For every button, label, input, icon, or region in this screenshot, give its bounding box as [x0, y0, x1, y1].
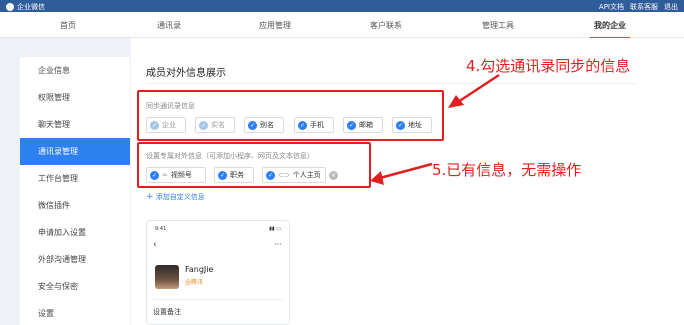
sidebar-item-security[interactable]: 安全与保密 — [20, 273, 130, 300]
highlight-box-custom — [137, 142, 371, 188]
sidebar-item-join-settings[interactable]: 申请加入设置 — [20, 219, 130, 246]
annotation-step4: 4.勾选通讯录同步的信息 — [466, 57, 631, 75]
more-icon: ··· — [274, 240, 282, 249]
plus-icon: + — [146, 192, 154, 202]
tab-customers[interactable]: 客户联系 — [370, 20, 402, 31]
phone-preview: 9:41 ▮▮ ▭ ‹ ··· FangJie @腾讯 设置备注 — [146, 220, 290, 325]
highlight-box-sync — [137, 90, 444, 141]
logout-link[interactable]: 退出 — [664, 2, 678, 12]
divider — [146, 83, 636, 84]
set-note-label: 设置备注 — [153, 308, 181, 316]
divider — [153, 299, 283, 300]
sidebar-item-company-info[interactable]: 企业信息 — [20, 57, 130, 84]
tab-apps[interactable]: 应用管理 — [259, 20, 291, 31]
logo-text: 企业微信 — [17, 3, 45, 11]
profile-name: FangJie — [185, 265, 214, 274]
arrow-icon — [448, 73, 500, 108]
profile-corp: @腾讯 — [185, 279, 204, 286]
arrow-icon — [370, 162, 433, 185]
tab-contacts[interactable]: 通讯录 — [157, 20, 181, 31]
tab-tools[interactable]: 管理工具 — [482, 20, 514, 31]
annotation-step5: 5.已有信息，无需操作 — [432, 161, 582, 179]
sidebar-item-contacts[interactable]: 通讯录管理 — [20, 138, 130, 165]
sidebar-item-wechat-plugin[interactable]: 微信插件 — [20, 192, 130, 219]
sidebar-item-chat[interactable]: 聊天管理 — [20, 111, 130, 138]
sidebar-item-permissions[interactable]: 权限管理 — [20, 84, 130, 111]
app-logo[interactable]: 企业微信 — [6, 2, 45, 12]
sidebar-item-settings[interactable]: 设置 — [20, 300, 130, 325]
top-bar: 企业微信 API文档 联系客服 退出 — [0, 0, 684, 12]
signal-icon: ▮▮ ▭ — [269, 226, 281, 232]
logo-icon — [6, 3, 14, 11]
sidebar-item-workbench[interactable]: 工作台管理 — [20, 165, 130, 192]
sidebar: 企业信息 权限管理 聊天管理 通讯录管理 工作台管理 微信插件 申请加入设置 外… — [20, 57, 130, 325]
avatar — [155, 265, 179, 289]
main-nav: 首页 通讯录 应用管理 客户联系 管理工具 我的企业 — [0, 12, 684, 39]
back-icon: ‹ — [153, 240, 157, 250]
page-title: 成员对外信息展示 — [146, 68, 226, 79]
add-custom-info-link[interactable]: + 添加自定义信息 — [146, 192, 205, 202]
tab-home[interactable]: 首页 — [60, 20, 76, 31]
api-docs-link[interactable]: API文档 — [599, 2, 624, 12]
contact-support-link[interactable]: 联系客服 — [630, 2, 658, 12]
sidebar-item-external[interactable]: 外部沟通管理 — [20, 246, 130, 273]
tab-my-company[interactable]: 我的企业 — [590, 20, 630, 39]
phone-time: 9:41 — [155, 226, 167, 232]
